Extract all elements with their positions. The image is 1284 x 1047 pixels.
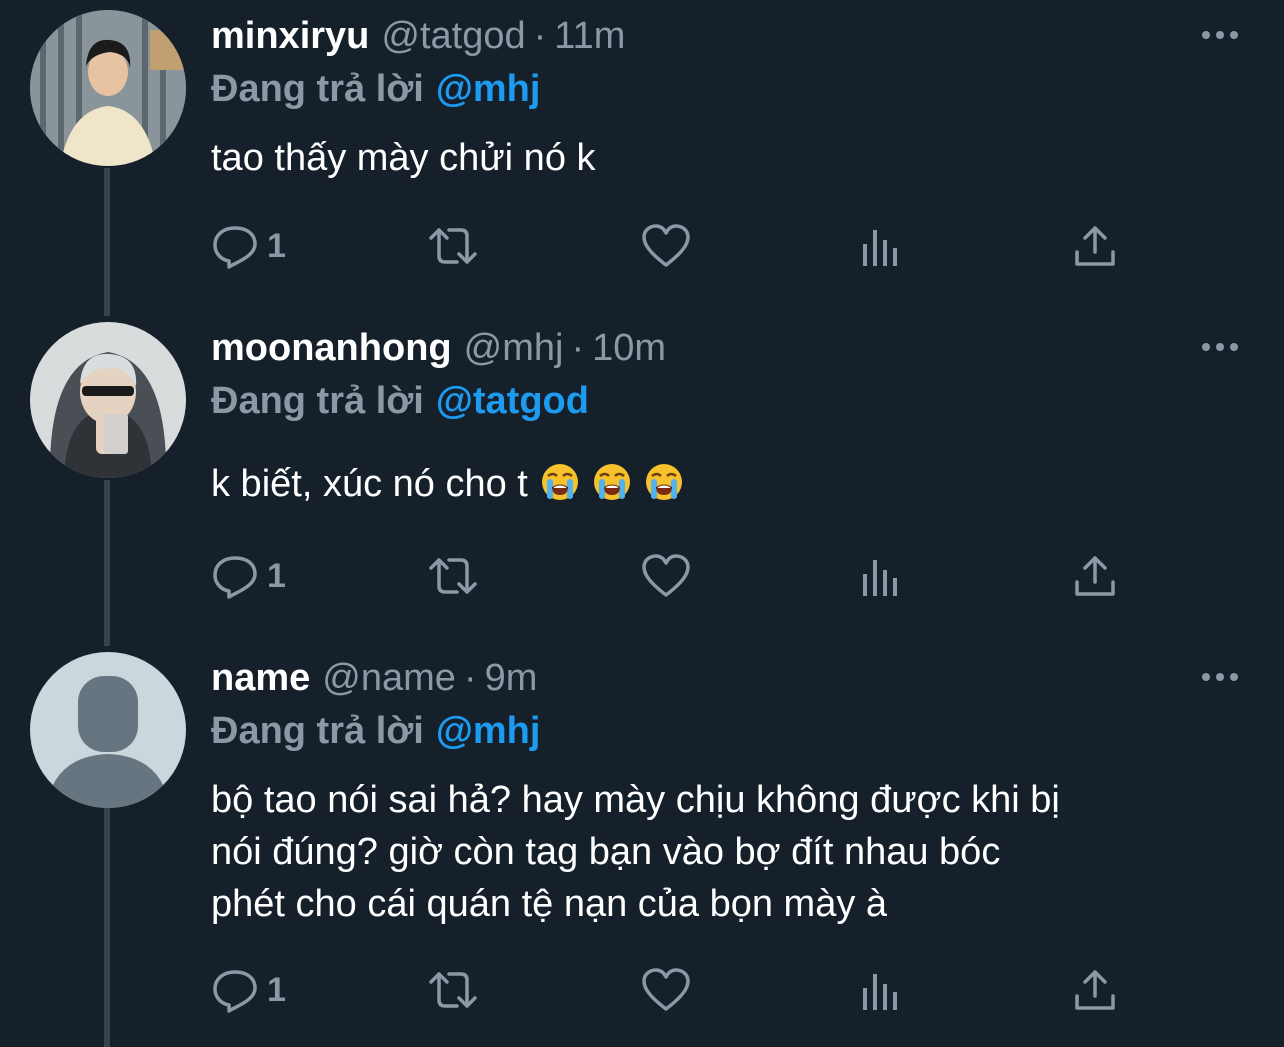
more-icon[interactable] (1198, 662, 1242, 692)
share-icon (1075, 556, 1115, 596)
heart-icon (642, 554, 690, 597)
share-button[interactable] (1073, 546, 1117, 606)
replying-to-label: Đang trả lời (211, 710, 424, 752)
thread-line (104, 808, 110, 1047)
handle[interactable]: @tatgod (381, 15, 525, 57)
avatar[interactable] (30, 10, 186, 166)
heart-icon (642, 224, 690, 267)
retweet-icon (429, 558, 477, 594)
loudly-crying-face-icon (644, 462, 684, 502)
reply-count: 1 (267, 970, 286, 1009)
more-icon[interactable] (1198, 332, 1242, 362)
tweet-actions: 1 (211, 960, 1131, 1020)
separator-dot: · (463, 657, 477, 699)
tweet-text-line: bộ tao nói sai hả? hay mày chịu không đư… (211, 779, 1060, 821)
retweet-icon (429, 972, 477, 1008)
handle[interactable]: @mhj (464, 327, 564, 369)
retweet-button[interactable] (425, 546, 481, 606)
tweet-text-line: nói đúng? giờ còn tag bạn vào bợ đít nha… (211, 831, 1001, 873)
replying-to: Đang trả lời @tatgod (211, 378, 589, 424)
tweet-header: moonanhong @mhj · 10m (211, 326, 666, 370)
reply-icon (213, 970, 257, 1013)
tweet-header: name @name · 9m (211, 656, 537, 700)
heart-icon (642, 968, 690, 1011)
timestamp[interactable]: 9m (485, 657, 538, 699)
thread-line (104, 168, 110, 316)
avatar[interactable] (30, 652, 186, 808)
tweet-text-line: phét cho cái quán tệ nạn của bọn mày à (211, 883, 888, 925)
loudly-crying-face-icon (592, 462, 632, 502)
separator-dot: · (571, 327, 585, 369)
replying-to-label: Đang trả lời (211, 68, 424, 110)
tweet-text: bộ tao nói sai hả? hay mày chịu không đư… (211, 774, 1251, 930)
avatar[interactable] (30, 322, 186, 478)
reply-count: 1 (267, 556, 286, 595)
mention-link[interactable]: @mhj (436, 710, 541, 752)
tweet-text-line: tao thấy mày chửi nó k (211, 137, 596, 179)
retweet-button[interactable] (425, 216, 481, 276)
like-button[interactable] (641, 960, 691, 1020)
mention-link[interactable]: @tatgod (436, 380, 589, 422)
thread-line (104, 480, 110, 646)
reply-button[interactable]: 1 (211, 960, 286, 1020)
more-icon[interactable] (1198, 20, 1242, 50)
mention-link[interactable]: @mhj (436, 68, 541, 110)
display-name[interactable]: moonanhong (211, 327, 452, 369)
like-button[interactable] (641, 546, 691, 606)
tweet-header: minxiryu @tatgod · 11m (211, 14, 625, 58)
timestamp[interactable]: 10m (592, 327, 666, 369)
display-name[interactable]: name (211, 657, 310, 699)
share-button[interactable] (1073, 216, 1117, 276)
retweet-button[interactable] (425, 960, 481, 1020)
analytics-icon (863, 974, 897, 1010)
reply-button[interactable]: 1 (211, 216, 286, 276)
views-button[interactable] (859, 216, 901, 276)
tweet-actions: 1 (211, 216, 1131, 276)
reply-button[interactable]: 1 (211, 546, 286, 606)
like-button[interactable] (641, 216, 691, 276)
replying-to: Đang trả lời @mhj (211, 708, 540, 754)
views-button[interactable] (859, 546, 901, 606)
reply-count: 1 (267, 226, 286, 265)
tweet-text: k biết, xúc nó cho t (211, 458, 1251, 510)
tweet-text-line: k biết, xúc nó cho t (211, 463, 528, 505)
tweet-text: tao thấy mày chửi nó k (211, 132, 1251, 184)
views-button[interactable] (859, 960, 901, 1020)
display-name[interactable]: minxiryu (211, 15, 369, 57)
loudly-crying-face-icon (540, 462, 580, 502)
analytics-icon (863, 560, 897, 596)
reply-icon (213, 226, 257, 269)
tweet-actions: 1 (211, 546, 1131, 606)
analytics-icon (863, 230, 897, 266)
reply-icon (213, 556, 257, 599)
replying-to: Đang trả lời @mhj (211, 66, 540, 112)
retweet-icon (429, 228, 477, 264)
separator-dot: · (533, 15, 547, 57)
share-button[interactable] (1073, 960, 1117, 1020)
timestamp[interactable]: 11m (554, 15, 625, 57)
replying-to-label: Đang trả lời (211, 380, 424, 422)
share-icon (1075, 226, 1115, 266)
share-icon (1075, 970, 1115, 1010)
handle[interactable]: @name (322, 657, 456, 699)
